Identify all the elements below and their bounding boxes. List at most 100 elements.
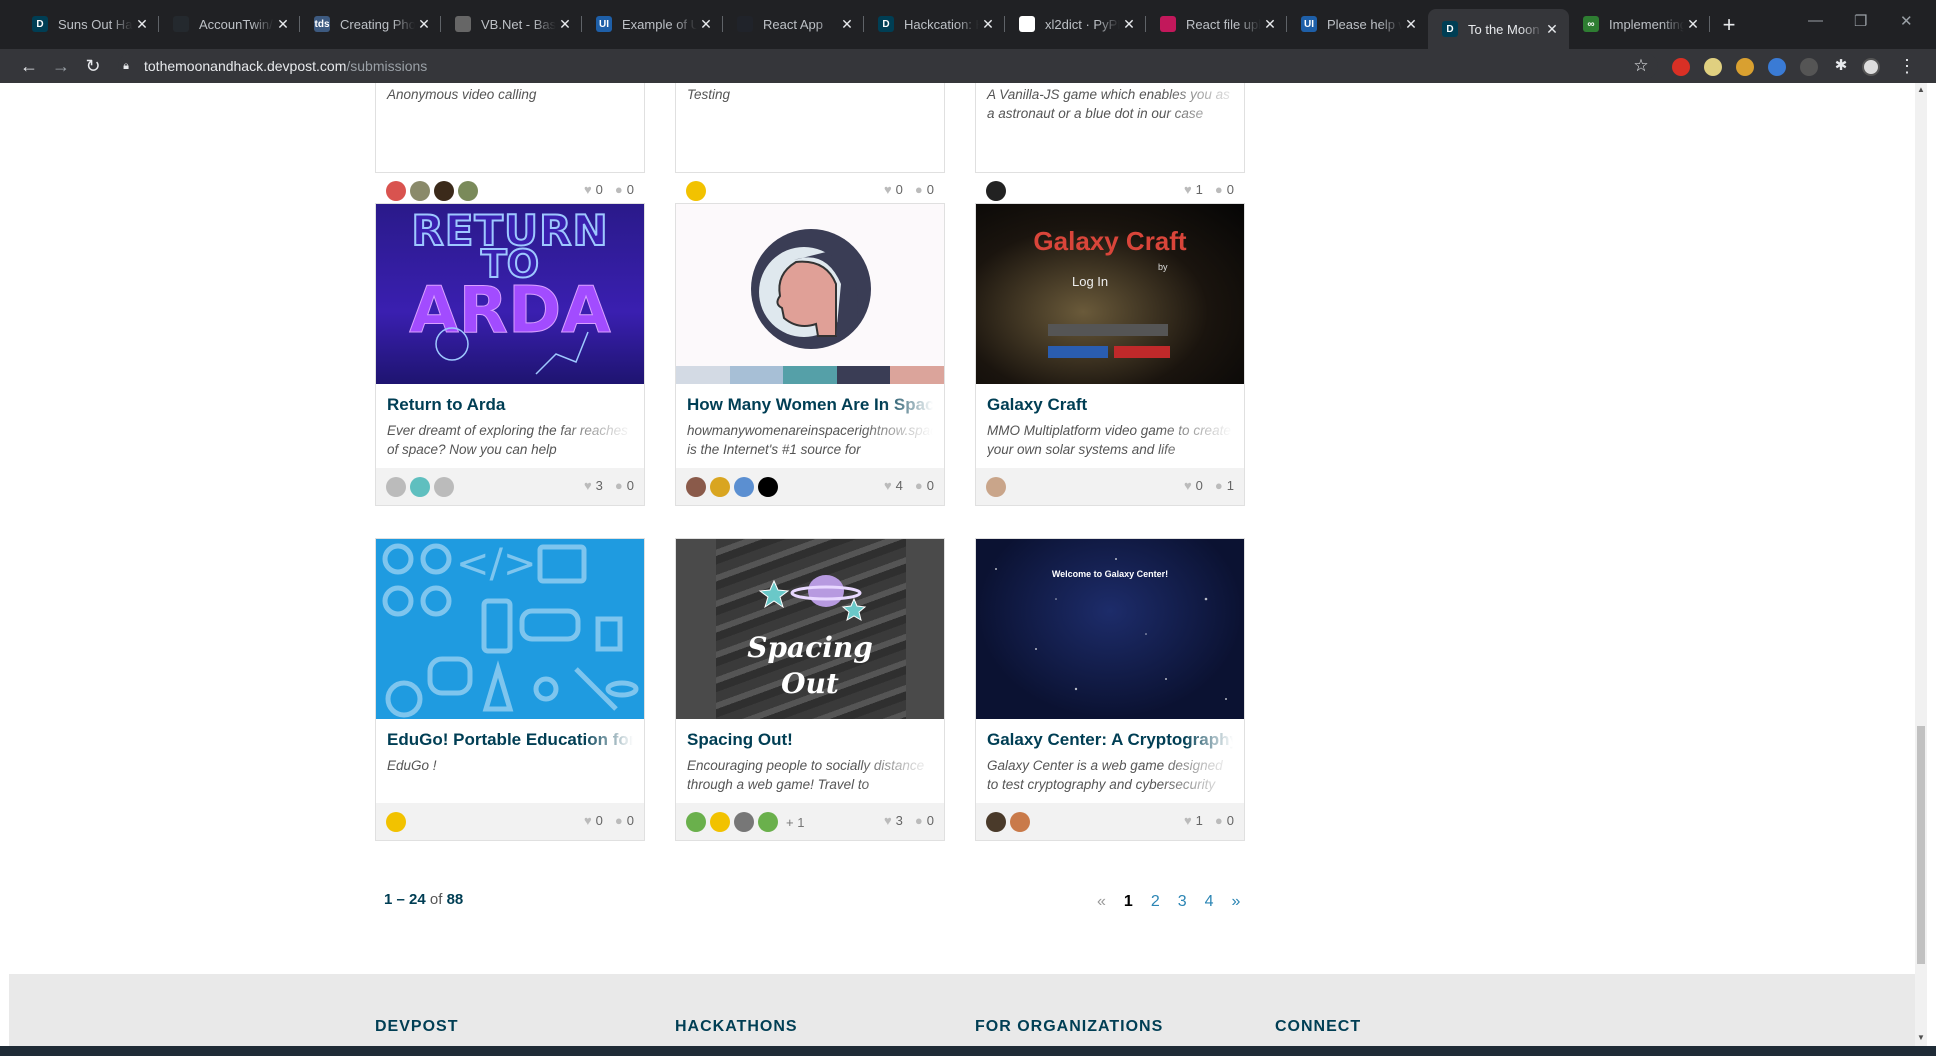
extension-badge-icon[interactable] [1672,58,1690,76]
submission-card[interactable]: How Many Women Are In Space howmanywomena… [675,203,945,506]
browser-tab[interactable]: React file uplo ✕ [1146,11,1287,37]
tab-close-icon[interactable]: ✕ [1543,21,1561,38]
browser-tab[interactable]: xl2dict · PyPI ✕ [1005,11,1146,37]
tab-favicon-icon: ∞ [1583,16,1599,32]
submission-title[interactable]: Return to Arda [387,395,633,415]
member-avatar[interactable] [758,477,778,497]
tab-title: React file uplo [1186,16,1261,32]
extension-cap-icon[interactable] [1768,58,1786,76]
member-avatar[interactable] [410,477,430,497]
page-scrollbar[interactable]: ▲ ▼ [1915,83,1927,1046]
tab-close-icon[interactable]: ✕ [1120,16,1138,33]
member-avatar[interactable] [758,812,778,832]
member-avatar[interactable] [686,181,706,201]
member-avatar[interactable] [686,812,706,832]
tab-close-icon[interactable]: ✕ [979,16,997,33]
member-avatar[interactable] [686,477,706,497]
member-avatar[interactable] [734,477,754,497]
submission-thumbnail[interactable]: Welcome to Galaxy Center! [976,539,1244,719]
submission-thumbnail[interactable]: Spacing Out [676,539,944,719]
member-avatar[interactable] [434,477,454,497]
scroll-down-icon[interactable]: ▼ [1917,1033,1925,1042]
member-avatar[interactable] [986,181,1006,201]
forward-icon[interactable]: → [50,55,72,77]
extension-shield-icon[interactable] [1704,58,1722,76]
submission-thumbnail[interactable]: </> [376,539,644,719]
submission-card[interactable]: Anonymous video calling ♥ 0 ● 0 [375,83,645,201]
back-icon[interactable]: ← [18,55,40,77]
submission-thumbnail[interactable] [676,204,944,384]
comments-count: 0 [1226,813,1234,828]
browser-tab[interactable]: VB.Net - Basic✕ [441,11,582,37]
member-avatar[interactable] [986,477,1006,497]
member-avatar[interactable] [386,477,406,497]
pagination-page-1[interactable]: 1 [1124,893,1133,911]
extension-m-icon[interactable] [1800,58,1818,76]
bookmark-star-icon[interactable]: ☆ [1630,55,1652,77]
pagination-page-3[interactable]: 3 [1178,893,1187,911]
submission-title[interactable]: How Many Women Are In Space [687,395,933,415]
tab-close-icon[interactable]: ✕ [133,16,151,33]
submission-card[interactable]: Galaxy Craft by Log In Galaxy Craft MMO Mult… [975,203,1245,506]
menu-kebab-icon[interactable]: ⋮ [1896,55,1918,77]
new-tab-button[interactable]: + [1716,12,1742,38]
tab-close-icon[interactable]: ✕ [415,16,433,33]
member-avatar[interactable] [386,181,406,201]
extension-cookie-icon[interactable] [1736,58,1754,76]
member-avatar[interactable] [1010,812,1030,832]
tab-close-icon[interactable]: ✕ [1402,16,1420,33]
pagination-prev[interactable]: « [1097,893,1106,911]
submission-card[interactable]: Testing ♥ 0 ● 0 [675,83,945,201]
submission-title[interactable]: Spacing Out! [687,730,933,750]
tab-close-icon[interactable]: ✕ [274,16,292,33]
submission-title[interactable]: EduGo! Portable Education for [387,730,633,750]
card-stats: ♥ 0 ● 1 [1172,478,1234,493]
tab-close-icon[interactable]: ✕ [1684,16,1702,33]
submission-card[interactable]: </> EduGo! Portable Education for EduGo ! ♥… [375,538,645,841]
tab-close-icon[interactable]: ✕ [1261,16,1279,33]
submission-title[interactable]: Galaxy Center: A Cryptography [987,730,1233,750]
submission-thumbnail[interactable]: RETURN TO ARDA [376,204,644,384]
profile-avatar[interactable] [1862,58,1880,76]
comment-icon: ● [914,478,923,493]
browser-tab[interactable]: tds Creating Photo✕ [300,11,441,37]
submission-title[interactable]: Galaxy Craft [987,395,1233,415]
member-avatar[interactable] [710,812,730,832]
submission-card[interactable]: RETURN TO ARDA Return to Arda Ever dreamt of… [375,203,645,506]
member-avatar[interactable] [434,181,454,201]
pagination-next[interactable]: » [1232,893,1241,911]
submission-card[interactable]: Spacing Out Spacing Out! Encouraging people… [675,538,945,841]
browser-tab[interactable]: ∞ Implementing ✕ [1569,11,1710,37]
browser-tab[interactable]: UI Please help w ✕ [1287,11,1428,37]
browser-tab[interactable]: D Hackcation: H ✕ [864,11,1005,37]
page-viewport: Anonymous video calling ♥ 0 ● 0 Testing ♥ 0 ● 0 A … [9,83,1915,1056]
submission-card[interactable]: A Vanilla-JS game which enables you as a… [975,83,1245,201]
pagination-page-2[interactable]: 2 [1151,893,1160,911]
tab-close-icon[interactable]: ✕ [556,16,574,33]
address-bar[interactable]: 🔒︎ tothemoonandhack.devpost.com /submiss… [118,53,1658,79]
member-avatar[interactable] [986,812,1006,832]
tab-close-icon[interactable]: ✕ [697,16,715,33]
submission-thumbnail[interactable]: Galaxy Craft by Log In [976,204,1244,384]
member-avatar[interactable] [710,477,730,497]
close-window-icon[interactable]: ✕ [1900,12,1913,30]
tab-favicon-icon: D [32,16,48,32]
extensions-puzzle-icon[interactable]: ✱ [1830,55,1852,77]
browser-tab[interactable]: D To the Moon a ✕ [1428,9,1569,49]
reload-icon[interactable]: ↻ [82,55,104,77]
browser-tab[interactable]: UI Example of Us✕ [582,11,723,37]
minimize-icon[interactable]: — [1808,12,1823,29]
member-avatar[interactable] [734,812,754,832]
tab-close-icon[interactable]: ✕ [838,16,856,33]
browser-tab[interactable]: D Suns Out Hack✕ [18,11,159,37]
browser-tab[interactable]: AccounTwin/sr✕ [159,11,300,37]
scrollbar-thumb[interactable] [1917,726,1925,964]
submission-card[interactable]: Welcome to Galaxy Center! Galaxy Center: … [975,538,1245,841]
member-avatar[interactable] [458,181,478,201]
pagination-page-4[interactable]: 4 [1205,893,1214,911]
scroll-up-icon[interactable]: ▲ [1917,85,1925,94]
browser-tab[interactable]: React App ✕ [723,11,864,37]
restore-icon[interactable]: ❐ [1854,12,1867,30]
member-avatar[interactable] [386,812,406,832]
member-avatar[interactable] [410,181,430,201]
